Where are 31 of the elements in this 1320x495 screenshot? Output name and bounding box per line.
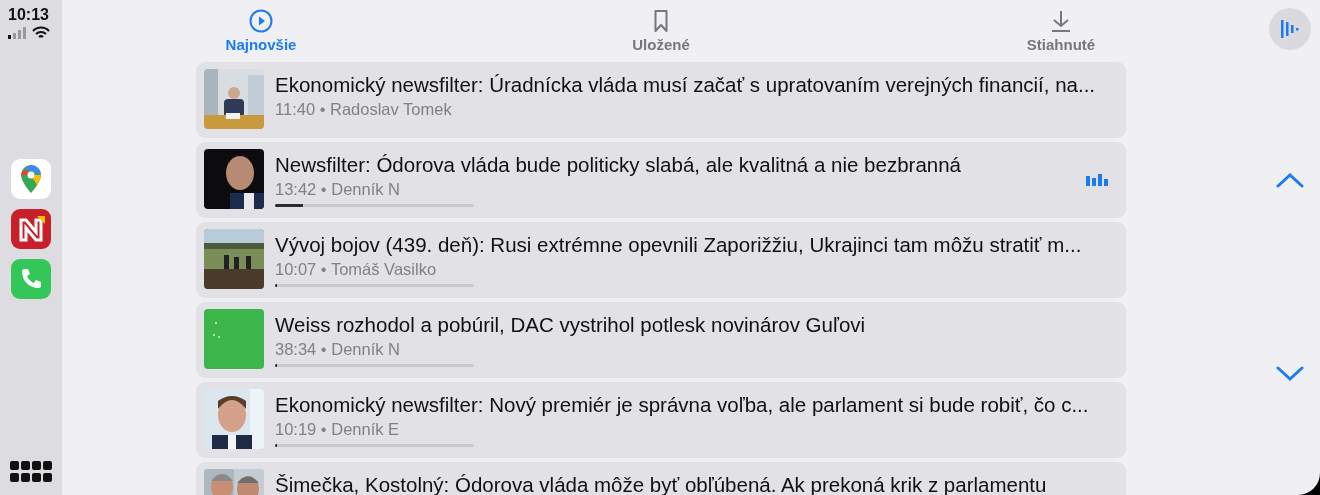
episode-card[interactable]: Vývoj bojov (439. deň): Rusi extrémne opevnili Zaporižžiu, Ukrajinci tam môžu stratiť m... 10:07 • Tomáš Vasilko [196,222,1126,298]
news-app-icon[interactable] [11,209,51,249]
episode-card[interactable]: Ekonomický newsfilter: Úradnícka vláda musí začať s upratovaním verejných financií, na... 11:40 • Radoslav Tomek [196,62,1126,138]
download-icon [1049,9,1073,33]
episode-card[interactable]: Ekonomický newsfilter: Nový premiér je správna voľba, ale parlament si bude robiť, čo c... 10:19 • Denník E [196,382,1126,458]
episode-meta: 11:40 • Radoslav Tomek [275,100,453,119]
scroll-down-icon[interactable] [1276,366,1304,382]
sound-bars-icon [1279,19,1301,39]
episode-card[interactable]: Weiss rozhodol a pobúril, DAC vystrihol potlesk novinárov Guľovi 38:34 • Denník N [196,302,1126,378]
scroll-up-icon[interactable] [1276,172,1304,188]
episode-meta: 10:19 • Denník E [275,420,401,439]
clock: 10:13 [8,6,49,24]
episode-card[interactable]: Newsfilter: Ódorova vláda bude politicky slabá, ale kvalitná a nie bezbranná 13:42 • Denník N [196,142,1126,218]
map-pin-app-icon[interactable] [11,159,51,199]
episode-meta: 13:42 • Denník N [275,180,401,199]
episode-title: Vývoj bojov (439. deň): Rusi extrémne opevnili Zaporižžiu, Ukrajinci tam môžu stratiť m... [275,233,1083,257]
play-icon [249,9,273,33]
episode-title: Weiss rozhodol a pobúril, DAC vystrihol potlesk novinárov Guľovi [275,313,867,337]
tab[interactable]: Najnovšie [196,9,326,53]
tab[interactable]: Stiahnuté [996,9,1126,53]
episode-title: Ekonomický newsfilter: Nový premiér je správna voľba, ale parlament si bude robiť, čo c... [275,393,1090,417]
wifi-icon [32,26,50,39]
episode-meta: 38:34 • Denník N [275,340,401,359]
app-grid-icon[interactable] [10,461,52,483]
phone-app-icon[interactable] [11,259,51,299]
tab[interactable]: Uložené [596,9,726,53]
episode-meta: 10:07 • Tomáš Vasilko [275,260,438,279]
episode-title: Ekonomický newsfilter: Úradnícka vláda musí začať s upratovaním verejných financií, na... [275,73,1097,97]
episode-title: Newsfilter: Ódorova vláda bude politicky slabá, ale kvalitná a nie bezbranná [275,153,962,177]
now-playing-button[interactable] [1269,8,1311,50]
signal-icon [8,27,28,39]
